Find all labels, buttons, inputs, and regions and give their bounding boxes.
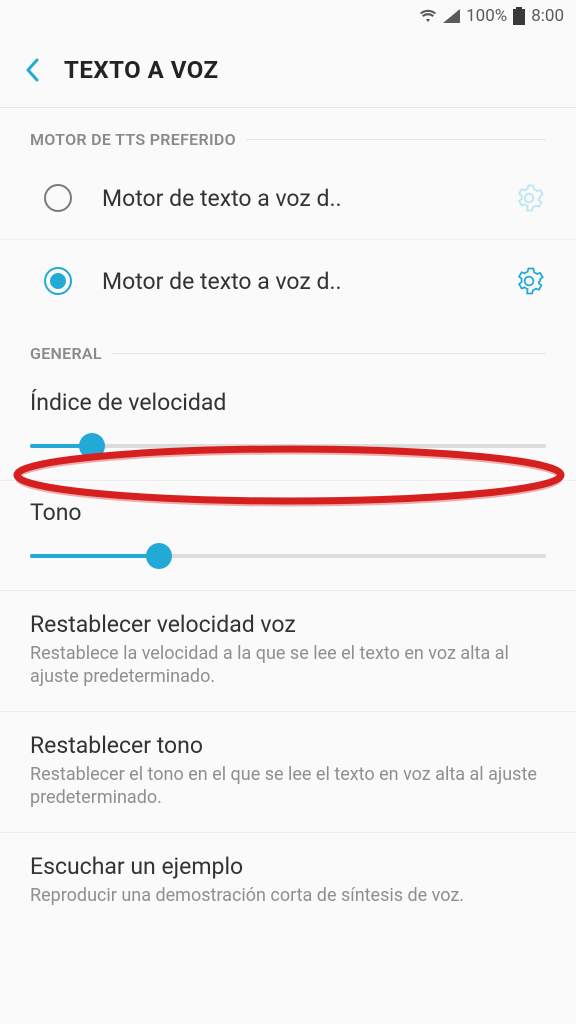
reset-tone-item[interactable]: Restablecer tono Restablecer el tono en … xyxy=(0,712,576,833)
reset-speed-item[interactable]: Restablecer velocidad voz Restablece la … xyxy=(0,591,576,712)
tone-slider[interactable] xyxy=(30,544,546,568)
slider-track-fill xyxy=(30,554,159,558)
engine-settings-button[interactable] xyxy=(512,264,546,298)
slider-thumb[interactable] xyxy=(146,543,172,569)
section-tts-label-text: MOTOR DE TTS PREFERIDO xyxy=(30,130,236,149)
slider-thumb[interactable] xyxy=(79,433,105,459)
page-title: TEXTO A VOZ xyxy=(64,56,219,84)
radio-checked-icon[interactable] xyxy=(44,267,72,295)
speed-label: Índice de velocidad xyxy=(30,389,546,416)
listen-desc: Reproducir una demostración corta de sín… xyxy=(30,884,546,907)
radio-unchecked-icon[interactable] xyxy=(44,184,72,212)
clock: 8:00 xyxy=(531,6,564,26)
status-bar: 100% 8:00 xyxy=(0,0,576,32)
reset-tone-title: Restablecer tono xyxy=(30,732,546,759)
reset-tone-desc: Restablecer el tono en el que se lee el … xyxy=(30,763,546,810)
tone-slider-block: Tono xyxy=(0,481,576,591)
wifi-icon xyxy=(419,9,437,23)
engine-row[interactable]: Motor de texto a voz d.. xyxy=(0,240,576,322)
back-button[interactable] xyxy=(22,55,42,85)
section-general-label: GENERAL xyxy=(0,322,576,371)
battery-percent: 100% xyxy=(466,6,507,26)
reset-speed-title: Restablecer velocidad voz xyxy=(30,611,546,638)
speed-slider-block: Índice de velocidad xyxy=(0,371,576,481)
gear-icon xyxy=(514,183,544,213)
engine-settings-button[interactable] xyxy=(512,181,546,215)
app-header: TEXTO A VOZ xyxy=(0,32,576,108)
engine-label: Motor de texto a voz d.. xyxy=(102,268,482,295)
section-general-label-text: GENERAL xyxy=(30,344,102,363)
listen-example-item[interactable]: Escuchar un ejemplo Reproducir una demos… xyxy=(0,833,576,929)
engine-row[interactable]: Motor de texto a voz d.. xyxy=(0,157,576,240)
speed-slider[interactable] xyxy=(30,434,546,458)
engine-label: Motor de texto a voz d.. xyxy=(102,185,482,212)
tone-label: Tono xyxy=(30,499,546,526)
gear-icon xyxy=(514,266,544,296)
slider-track-bg xyxy=(30,444,546,448)
listen-title: Escuchar un ejemplo xyxy=(30,853,546,880)
battery-icon xyxy=(513,7,525,25)
signal-icon xyxy=(443,9,460,23)
section-tts-label: MOTOR DE TTS PREFERIDO xyxy=(0,108,576,157)
reset-speed-desc: Restablece la velocidad a la que se lee … xyxy=(30,642,546,689)
